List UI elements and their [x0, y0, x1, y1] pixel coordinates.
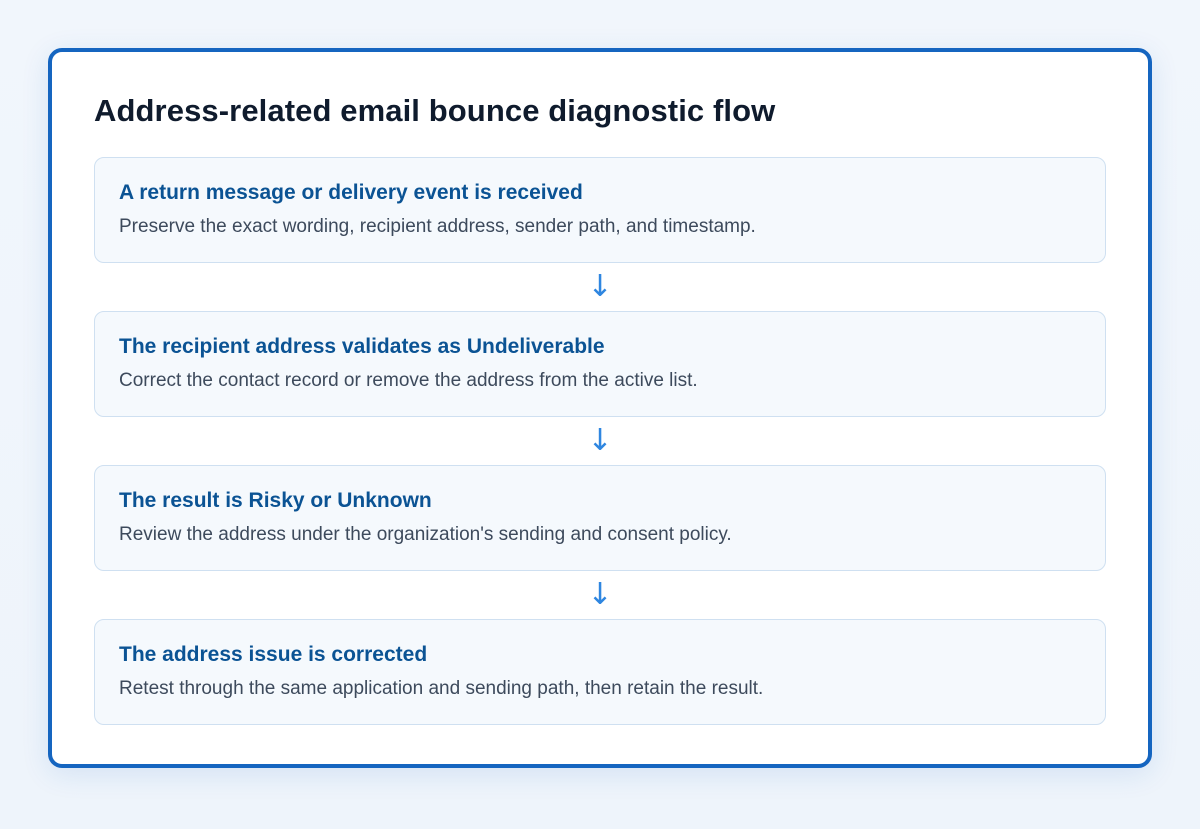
step-title: A return message or delivery event is re…: [119, 181, 583, 204]
diagram-card: Address-related email bounce diagnostic …: [48, 48, 1152, 768]
down-arrow-icon: ↓: [587, 423, 613, 458]
flow-step-4: The address issue is corrected Retest th…: [94, 619, 1106, 725]
page-background: Address-related email bounce diagnostic …: [0, 0, 1200, 829]
step-title: The result is Risky or Unknown: [119, 489, 432, 512]
step-description: Correct the contact record or remove the…: [119, 370, 698, 391]
flow-step-3: The result is Risky or Unknown Review th…: [94, 465, 1106, 571]
flow-steps: A return message or delivery event is re…: [94, 157, 1106, 725]
step-description: Preserve the exact wording, recipient ad…: [119, 216, 756, 237]
step-title: The recipient address validates as Undel…: [119, 335, 605, 358]
step-title: The address issue is corrected: [119, 643, 428, 666]
down-arrow-icon: ↓: [587, 577, 613, 612]
step-description: Retest through the same application and …: [119, 678, 764, 699]
step-description: Review the address under the organizatio…: [119, 524, 732, 545]
flow-step-1: A return message or delivery event is re…: [94, 157, 1106, 263]
flow-step-2: The recipient address validates as Undel…: [94, 311, 1106, 417]
diagram-title: Address-related email bounce diagnostic …: [94, 93, 776, 128]
down-arrow-icon: ↓: [587, 269, 613, 304]
